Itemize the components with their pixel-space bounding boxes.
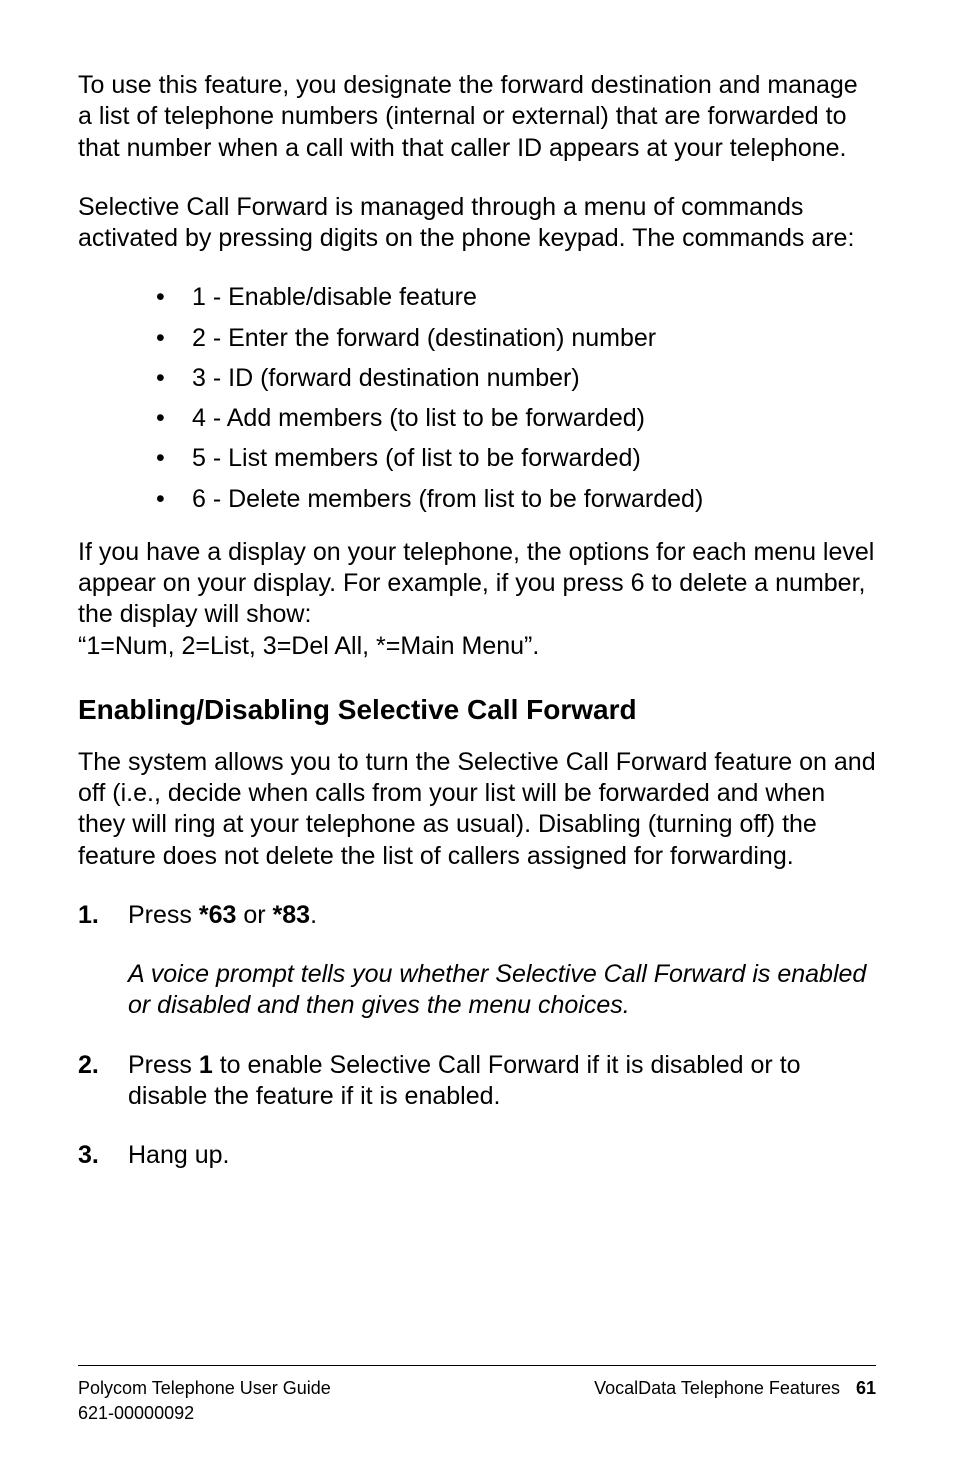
footer-section-title: VocalData Telephone Features: [594, 1378, 840, 1398]
step-text: Press: [128, 901, 199, 929]
command-list: 1 - Enable/disable feature 2 - Enter the…: [78, 282, 876, 515]
page-content: To use this feature, you designate the f…: [78, 70, 876, 1365]
list-item: 3 - ID (forward destination number): [156, 363, 876, 394]
paragraph-display-info-b: “1=Num, 2=List, 3=Del All, *=Main Menu”.: [78, 631, 876, 662]
list-item: 4 - Add members (to list to be forwarded…: [156, 403, 876, 434]
paragraph-commands-intro: Selective Call Forward is managed throug…: [78, 192, 876, 255]
paragraph-intro: To use this feature, you designate the f…: [78, 70, 876, 164]
step-2: Press 1 to enable Selective Call Forward…: [78, 1050, 876, 1113]
step-text: Hang up.: [128, 1141, 229, 1169]
step-voice-prompt: A voice prompt tells you whether Selecti…: [128, 959, 876, 1022]
list-item: 2 - Enter the forward (destination) numb…: [156, 323, 876, 354]
key-code: *63: [199, 901, 237, 929]
step-1: Press *63 or *83. A voice prompt tells y…: [78, 900, 876, 1022]
footer-doc-number: 621-00000092: [78, 1401, 331, 1425]
page: To use this feature, you designate the f…: [0, 0, 954, 1475]
list-item: 1 - Enable/disable feature: [156, 282, 876, 313]
step-3: Hang up.: [78, 1140, 876, 1171]
step-text: Press: [128, 1051, 199, 1079]
footer-guide-title: Polycom Telephone User Guide: [78, 1376, 331, 1400]
step-text: .: [310, 901, 317, 929]
key-code: 1: [199, 1051, 213, 1079]
page-number: 61: [856, 1378, 876, 1398]
key-code: *83: [273, 901, 311, 929]
footer-right: VocalData Telephone Features 61: [594, 1376, 876, 1425]
paragraph-enable-disable-desc: The system allows you to turn the Select…: [78, 747, 876, 872]
page-footer: Polycom Telephone User Guide 621-0000009…: [78, 1365, 876, 1425]
step-text: or: [236, 901, 272, 929]
footer-left: Polycom Telephone User Guide 621-0000009…: [78, 1376, 331, 1425]
heading-enabling-disabling: Enabling/Disabling Selective Call Forwar…: [78, 692, 876, 727]
paragraph-display-info-a: If you have a display on your telephone,…: [78, 537, 876, 631]
step-text: to enable Selective Call Forward if it i…: [128, 1051, 801, 1110]
list-item: 5 - List members (of list to be forwarde…: [156, 443, 876, 474]
steps-list: Press *63 or *83. A voice prompt tells y…: [78, 900, 876, 1172]
list-item: 6 - Delete members (from list to be forw…: [156, 484, 876, 515]
